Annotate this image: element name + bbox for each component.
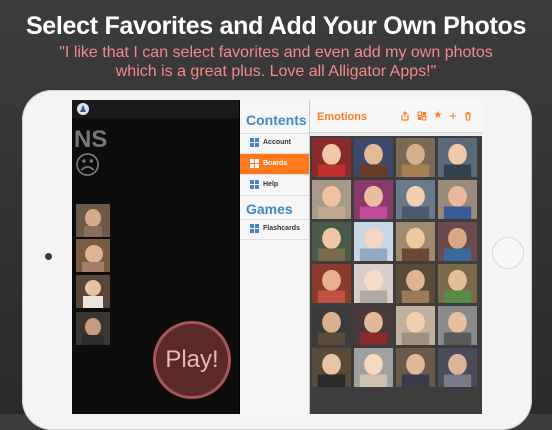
photo-tile[interactable] xyxy=(354,138,393,177)
grid-icon xyxy=(250,159,259,168)
photo-tile[interactable] xyxy=(354,180,393,219)
menu-item-boards[interactable]: Boards xyxy=(240,154,309,174)
photo-tile[interactable] xyxy=(354,348,393,387)
menu-item-flashcards[interactable]: Flashcards xyxy=(240,219,309,239)
photo-tile[interactable] xyxy=(354,264,393,303)
testimonial-quote: "I like that I can select favorites and … xyxy=(20,43,532,81)
grid-icon xyxy=(250,180,259,189)
menu-item-account[interactable]: Account xyxy=(240,133,309,153)
trash-icon[interactable] xyxy=(463,111,473,121)
share-icon[interactable] xyxy=(400,111,410,121)
preview-photo[interactable] xyxy=(76,239,110,272)
headline: Select Favorites and Add Your Own Photos xyxy=(25,12,527,40)
divider xyxy=(240,239,309,240)
photo-tile[interactable] xyxy=(396,222,435,261)
photo-tile[interactable] xyxy=(396,264,435,303)
photo-tile[interactable] xyxy=(312,348,351,387)
contents-menu: Contents Account Boards Help Games Flash… xyxy=(240,100,310,414)
photo-tile[interactable] xyxy=(396,306,435,345)
grid-icon[interactable] xyxy=(417,111,427,121)
menu-item-help[interactable]: Help xyxy=(240,175,309,195)
board-toolbar: Emotions ★ + xyxy=(310,100,482,133)
home-button[interactable] xyxy=(492,237,524,269)
grid-icon xyxy=(250,224,259,233)
preview-top-bar xyxy=(72,100,239,118)
front-camera xyxy=(45,253,52,260)
photo-tile[interactable] xyxy=(396,348,435,387)
board-panel: Emotions ★ + xyxy=(310,100,482,414)
preview-photo[interactable] xyxy=(76,275,110,308)
photo-tile[interactable] xyxy=(354,222,393,261)
photo-tile[interactable] xyxy=(312,222,351,261)
contents-heading: Contents xyxy=(246,112,307,128)
plus-icon[interactable]: + xyxy=(448,109,458,122)
photo-tile[interactable] xyxy=(354,306,393,345)
menu-item-label: Boards xyxy=(263,160,288,167)
divider xyxy=(240,195,309,196)
photo-tile[interactable] xyxy=(438,138,477,177)
photo-tile[interactable] xyxy=(438,180,477,219)
menu-item-label: Account xyxy=(263,139,291,146)
photo-tile[interactable] xyxy=(396,138,435,177)
board-preview-panel: ♟ NS ☹ Play! xyxy=(72,100,239,414)
quote-line-2: which is a great plus. Love all Alligato… xyxy=(115,63,437,80)
photo-tile[interactable] xyxy=(396,180,435,219)
menu-item-label: Flashcards xyxy=(263,225,300,232)
photo-tile[interactable] xyxy=(312,138,351,177)
photo-tile[interactable] xyxy=(438,348,477,387)
photo-tile[interactable] xyxy=(438,222,477,261)
app-screen: ♟ NS ☹ Play! Contents Account Boards Hel… xyxy=(72,100,482,414)
star-icon[interactable]: ★ xyxy=(433,111,443,121)
preview-photo[interactable] xyxy=(76,312,110,345)
photo-tile[interactable] xyxy=(312,180,351,219)
person-icon[interactable]: ♟ xyxy=(77,103,89,115)
photo-tile[interactable] xyxy=(312,264,351,303)
board-title: Emotions xyxy=(317,111,368,123)
photo-grid xyxy=(310,136,482,414)
photo-tile[interactable] xyxy=(312,306,351,345)
games-heading: Games xyxy=(246,201,293,217)
sad-face-icon: ☹ xyxy=(74,150,102,180)
preview-photo[interactable] xyxy=(76,204,110,237)
quote-line-1: "I like that I can select favorites and … xyxy=(59,44,493,61)
photo-tile[interactable] xyxy=(438,306,477,345)
grid-icon xyxy=(250,138,259,147)
photo-tile[interactable] xyxy=(438,264,477,303)
menu-item-label: Help xyxy=(263,181,279,188)
play-button[interactable]: Play! xyxy=(153,321,231,399)
